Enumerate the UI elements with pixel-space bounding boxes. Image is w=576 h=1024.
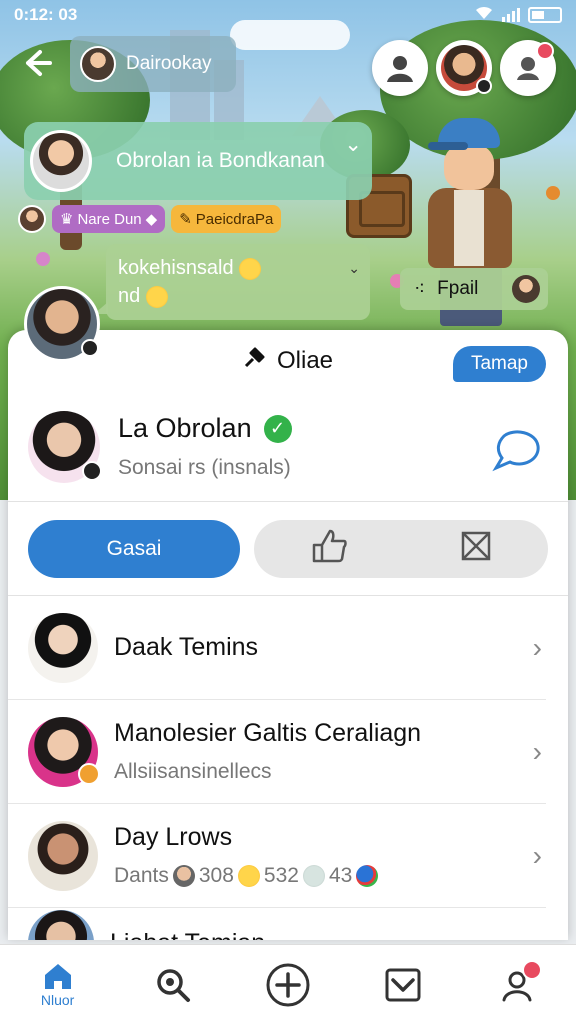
chat-bubble-main[interactable]: Obrolan ia Bondkanan ⌄ xyxy=(24,122,372,200)
nav-create[interactable] xyxy=(252,950,324,1020)
chevron-down-icon[interactable]: ⌄ xyxy=(348,254,360,282)
sheet-title: Oliae xyxy=(276,347,334,374)
action-row: Gasai xyxy=(8,502,568,596)
nav-home-label: Nluor xyxy=(40,991,75,1008)
ghost-emoji-icon xyxy=(302,865,325,887)
avatar xyxy=(80,46,116,82)
list-item[interactable]: Daak Temins › xyxy=(8,596,546,700)
tamap-button[interactable]: Tamap xyxy=(452,346,546,382)
list-item-title: Manolesier Galtis Ceraliagn xyxy=(114,719,422,747)
list-item-title: Daak Temins xyxy=(114,633,259,661)
avatar xyxy=(28,716,100,787)
player-avatar-button[interactable] xyxy=(436,40,492,96)
tag-chip[interactable]: ♛ Nare Dun ◆ xyxy=(52,205,166,233)
chat-bubble-file[interactable]: ⁖ Fpail xyxy=(400,268,548,310)
chat-bubble-text: Obrolan ia Bondkanan xyxy=(116,149,325,172)
chat-bubble-icon[interactable] xyxy=(492,430,542,477)
signal-icon xyxy=(502,8,520,22)
chat-bubble-message[interactable]: ⌄ kokehisnsald nd xyxy=(94,244,370,320)
smile-emoji-icon xyxy=(145,285,168,308)
file-label: Fpail xyxy=(437,278,479,299)
person-icon xyxy=(387,56,413,82)
chevron-right-icon: › xyxy=(532,736,542,767)
status-indicator xyxy=(82,460,102,481)
search-icon xyxy=(157,968,190,1002)
chat-info-sheet: Oliae Tamap La Obrolan ✓ Sonsai rs (insn… xyxy=(8,330,568,940)
reaction-summary: Dants 308 532 43 xyxy=(114,864,379,888)
warning-badge-icon xyxy=(78,762,100,785)
avatar-reaction-icon xyxy=(172,865,195,887)
avatar xyxy=(28,410,102,483)
notification-badge xyxy=(536,42,554,60)
profile-row[interactable]: La Obrolan ✓ Sonsai rs (insnals) xyxy=(8,392,568,502)
chat-user-pill[interactable]: Dairookay xyxy=(70,36,236,92)
block-icon[interactable] xyxy=(460,530,492,567)
chat-tags: ♛ Nare Dun ◆ ✎ PaeicdraPa xyxy=(18,205,282,233)
bottom-nav: Nluor xyxy=(0,944,576,1024)
plus-circle-icon xyxy=(266,963,310,1006)
list-item[interactable]: Manolesier Galtis Ceraliagn Allsiisansin… xyxy=(8,700,546,804)
message-line: nd xyxy=(118,285,141,307)
profile-name: La Obrolan xyxy=(118,413,252,443)
tag-label: Nare Dun xyxy=(77,210,142,228)
wink-emoji-icon xyxy=(237,865,260,887)
reaction-count: 532 xyxy=(263,864,299,887)
balloon-emoji-icon xyxy=(356,865,379,887)
back-arrow-icon[interactable] xyxy=(20,46,62,88)
list-item[interactable]: Liahat Temian xyxy=(28,910,265,940)
nav-inbox[interactable] xyxy=(367,950,439,1020)
profile-subtitle: Sonsai rs (insnals) xyxy=(118,456,291,479)
avatar[interactable] xyxy=(24,286,100,362)
home-icon xyxy=(44,963,71,989)
list-item[interactable]: Day Lrows Dants 308 532 43 › xyxy=(8,804,546,908)
status-time: 0:12: 03 xyxy=(14,5,78,24)
chevron-down-icon[interactable]: ⌄ xyxy=(344,132,362,157)
palette-icon xyxy=(476,78,492,94)
avatar xyxy=(28,612,98,683)
dots-icon: ⁖ xyxy=(414,278,426,300)
verified-check-icon: ✓ xyxy=(263,414,292,443)
list-item-subtitle: Dants xyxy=(114,864,169,887)
smile-emoji-icon xyxy=(239,257,262,280)
avatar xyxy=(28,820,98,891)
list-item-title: Day Lrows xyxy=(114,823,233,851)
battery-icon xyxy=(528,7,562,23)
pin-icon xyxy=(243,347,265,375)
notification-badge xyxy=(522,959,543,980)
nav-profile[interactable] xyxy=(482,950,554,1020)
tag-chip[interactable]: ✎ PaeicdraPa xyxy=(171,205,282,233)
thumbs-up-icon[interactable] xyxy=(310,529,348,568)
gasai-button[interactable]: Gasai xyxy=(28,519,240,578)
avatar xyxy=(18,205,46,233)
message-line: kokehisnsald xyxy=(118,257,234,279)
chevron-right-icon: › xyxy=(532,840,542,871)
nav-search[interactable] xyxy=(137,950,209,1020)
avatar xyxy=(512,275,540,303)
notifications-button[interactable] xyxy=(500,40,556,96)
secondary-actions xyxy=(254,519,548,578)
nav-home[interactable]: Nluor xyxy=(22,950,94,1020)
reaction-count: 43 xyxy=(328,864,353,887)
chat-username: Dairookay xyxy=(126,53,212,74)
status-bar: 0:12: 03 xyxy=(0,0,576,30)
reaction-count: 308 xyxy=(198,864,234,887)
avatar xyxy=(30,130,92,192)
chevron-right-icon: › xyxy=(532,632,542,663)
list-item-subtitle: Allsiisansinellecs xyxy=(114,760,272,783)
tag-label: PaeicdraPa xyxy=(195,210,274,228)
avatar xyxy=(28,910,94,940)
list-item-title: Liahat Temian xyxy=(110,929,265,941)
profile-button[interactable] xyxy=(372,40,428,96)
inbox-icon xyxy=(385,968,421,1001)
status-indicator xyxy=(81,339,99,357)
crown-icon: ♛ xyxy=(60,211,74,228)
wifi-icon xyxy=(474,5,494,26)
diamond-icon: ◆ xyxy=(145,211,158,228)
pencil-icon: ✎ xyxy=(179,211,192,228)
